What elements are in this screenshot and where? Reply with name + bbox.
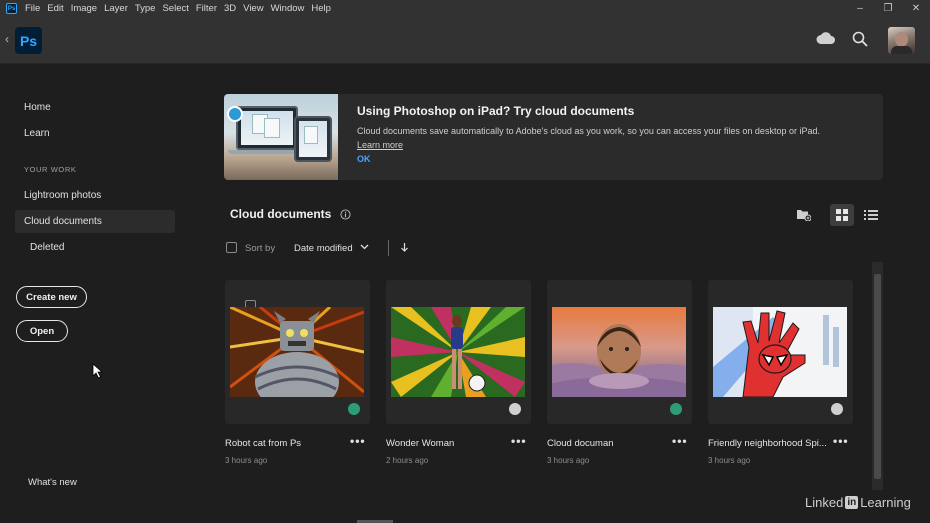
info-icon[interactable] bbox=[340, 209, 351, 220]
more-options-icon[interactable]: ••• bbox=[350, 434, 366, 448]
sidebar-item-cloud-documents[interactable]: Cloud documents bbox=[24, 216, 102, 227]
banner-title: Using Photoshop on iPad? Try cloud docum… bbox=[357, 104, 635, 118]
document-thumbnail[interactable] bbox=[552, 307, 686, 397]
linkedin-learning-watermark: Linked in Learning bbox=[805, 495, 911, 510]
learn-more-link[interactable]: Learn more bbox=[357, 140, 403, 150]
banner-illustration bbox=[224, 94, 338, 180]
grid-view-icon bbox=[836, 209, 848, 221]
whats-new-link[interactable]: What's new bbox=[28, 477, 77, 488]
synced-status-icon bbox=[348, 403, 360, 415]
menu-edit[interactable]: Edit bbox=[47, 3, 63, 14]
sort-direction-icon[interactable] bbox=[400, 242, 409, 253]
sidebar-section-your-work: YOUR WORK bbox=[24, 165, 77, 174]
document-name[interactable]: Friendly neighborhood Spi... bbox=[708, 438, 827, 449]
minimize-icon[interactable]: – bbox=[846, 0, 874, 17]
sidebar-item-home[interactable]: Home bbox=[24, 102, 51, 113]
sidebar: Home Learn YOUR WORK Lightroom photos Cl… bbox=[0, 65, 190, 523]
document-thumbnail[interactable] bbox=[391, 307, 525, 397]
ps-app-icon: Ps bbox=[6, 3, 17, 14]
document-time: 3 hours ago bbox=[225, 456, 268, 465]
menu-help[interactable]: Help bbox=[311, 3, 331, 14]
divider bbox=[388, 240, 389, 256]
more-options-icon[interactable]: ••• bbox=[833, 434, 849, 448]
document-thumbnail[interactable] bbox=[713, 307, 847, 397]
cloud-status-icon bbox=[831, 403, 843, 415]
create-new-button[interactable]: Create new bbox=[16, 286, 87, 308]
document-name[interactable]: Robot cat from Ps bbox=[225, 438, 301, 449]
menu-window[interactable]: Window bbox=[271, 3, 305, 14]
document-card[interactable] bbox=[547, 280, 692, 424]
sidebar-item-lightroom-photos[interactable]: Lightroom photos bbox=[24, 190, 101, 201]
page-title: Cloud documents bbox=[230, 207, 332, 221]
avatar[interactable] bbox=[888, 27, 915, 54]
document-name[interactable]: Wonder Woman bbox=[386, 438, 454, 449]
menu-3d[interactable]: 3D bbox=[224, 3, 236, 14]
window-controls: – ❐ ✕ bbox=[846, 0, 930, 17]
sidebar-item-deleted[interactable]: Deleted bbox=[30, 242, 64, 253]
list-view-icon[interactable] bbox=[864, 209, 878, 221]
banner-text: Cloud documents save automatically to Ad… bbox=[357, 126, 820, 150]
menu-bar: Ps File Edit Image Layer Type Select Fil… bbox=[0, 0, 930, 17]
document-card[interactable] bbox=[708, 280, 853, 424]
menu-filter[interactable]: Filter bbox=[196, 3, 217, 14]
synced-status-icon bbox=[670, 403, 682, 415]
document-name[interactable]: Cloud documan bbox=[547, 438, 614, 449]
select-all-checkbox[interactable] bbox=[226, 242, 237, 253]
sidebar-item-learn[interactable]: Learn bbox=[24, 128, 50, 139]
document-card[interactable] bbox=[386, 280, 531, 424]
chevron-left-icon[interactable]: ‹ bbox=[5, 32, 9, 46]
menu-type[interactable]: Type bbox=[135, 3, 156, 14]
menu-file[interactable]: File bbox=[25, 3, 40, 14]
more-options-icon[interactable]: ••• bbox=[511, 434, 527, 448]
menu-layer[interactable]: Layer bbox=[104, 3, 128, 14]
mouse-cursor-icon bbox=[92, 363, 104, 379]
scrollbar-thumb[interactable] bbox=[874, 274, 881, 479]
grid-view-button[interactable] bbox=[830, 204, 854, 226]
document-card[interactable] bbox=[225, 280, 370, 424]
document-time: 3 hours ago bbox=[547, 456, 590, 465]
chevron-down-icon[interactable] bbox=[360, 244, 369, 250]
document-time: 2 hours ago bbox=[386, 456, 429, 465]
sync-icon bbox=[227, 106, 243, 122]
document-time: 3 hours ago bbox=[708, 456, 751, 465]
search-icon[interactable] bbox=[852, 31, 868, 47]
restore-icon[interactable]: ❐ bbox=[874, 0, 902, 17]
document-thumbnail[interactable] bbox=[230, 307, 364, 397]
app-header: ‹ Ps bbox=[0, 17, 930, 64]
menu-image[interactable]: Image bbox=[71, 3, 97, 14]
ipad-cloud-banner: Using Photoshop on iPad? Try cloud docum… bbox=[224, 94, 883, 180]
sort-dropdown[interactable]: Date modified bbox=[294, 243, 353, 254]
close-icon[interactable]: ✕ bbox=[902, 0, 930, 17]
menu-select[interactable]: Select bbox=[162, 3, 188, 14]
menu-view[interactable]: View bbox=[243, 3, 263, 14]
sort-by-label: Sort by bbox=[245, 243, 276, 254]
banner-ok-button[interactable]: OK bbox=[357, 154, 371, 164]
new-folder-icon[interactable] bbox=[796, 208, 811, 221]
cloud-status-icon bbox=[509, 403, 521, 415]
more-options-icon[interactable]: ••• bbox=[672, 434, 688, 448]
cloud-icon[interactable] bbox=[816, 31, 836, 45]
open-button[interactable]: Open bbox=[16, 320, 68, 342]
ps-logo[interactable]: Ps bbox=[15, 27, 42, 54]
